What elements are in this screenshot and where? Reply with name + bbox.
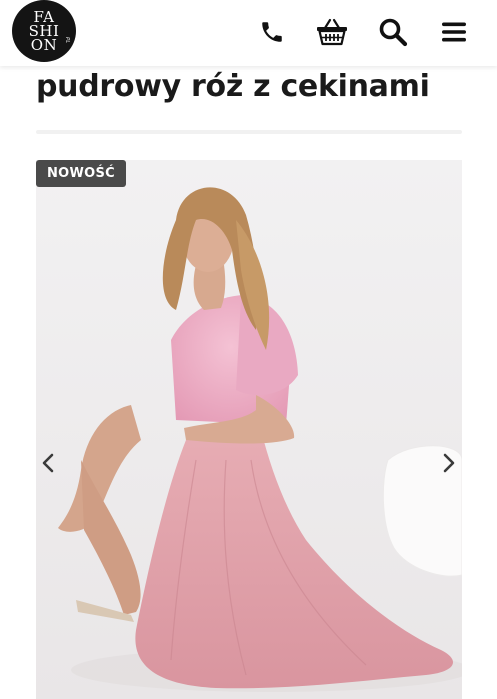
menu-button[interactable] (436, 14, 472, 50)
product-image[interactable] (36, 160, 462, 699)
chevron-left-icon (42, 453, 54, 473)
basket-icon (317, 18, 347, 46)
phone-icon (262, 22, 282, 42)
search-button[interactable] (375, 14, 411, 50)
product-title: pudrowy róż z cekinami (36, 69, 430, 104)
menu-icon (442, 22, 466, 42)
divider (36, 130, 462, 134)
product-photo (36, 160, 462, 699)
search-icon (379, 18, 408, 47)
site-header: FA SHI ON PL (0, 0, 497, 66)
fashion-logo[interactable]: FA SHI ON PL (12, 0, 76, 62)
new-badge: NOWOŚĆ (36, 160, 127, 187)
cart-button[interactable] (314, 14, 350, 50)
logo-line-3: ON (30, 36, 58, 55)
gallery-next-button[interactable] (436, 448, 462, 478)
phone-button[interactable] (254, 14, 290, 50)
chevron-right-icon (443, 453, 455, 473)
gallery-prev-button[interactable] (35, 448, 61, 478)
logo-suffix: PL (64, 37, 70, 44)
